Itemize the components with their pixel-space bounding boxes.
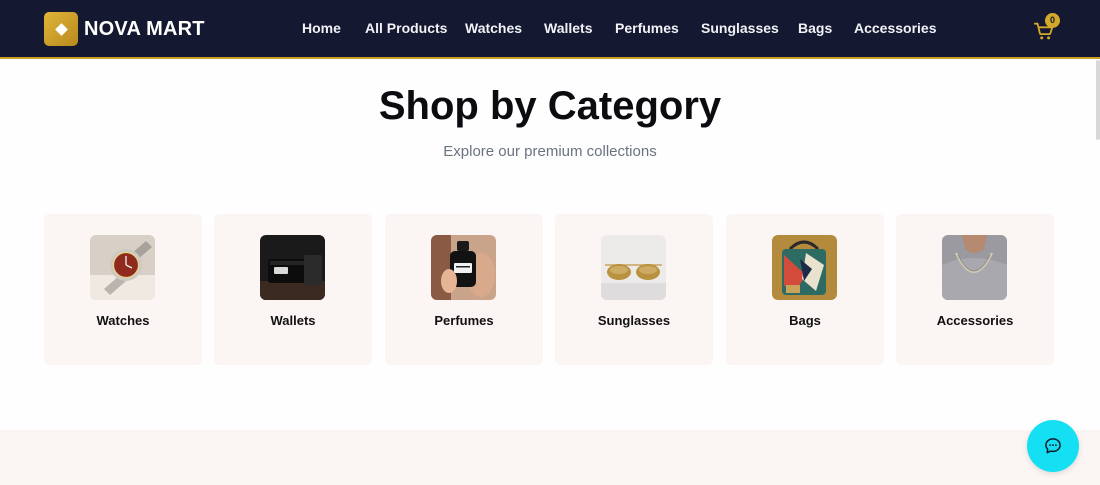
- cart-count-badge: 0: [1045, 13, 1060, 28]
- nav-link-accessories[interactable]: Accessories: [854, 20, 937, 36]
- chain-necklace-photo: [942, 235, 1007, 300]
- category-label: Sunglasses: [597, 313, 671, 328]
- wallet-photo: [260, 235, 325, 300]
- category-label: Perfumes: [434, 313, 494, 328]
- nav-link-all-products[interactable]: All Products: [365, 20, 447, 36]
- section-title: Shop by Category: [378, 84, 722, 128]
- diamond-icon: [44, 12, 78, 46]
- category-card-bags[interactable]: Bags: [726, 214, 884, 365]
- next-section-band: [0, 430, 1100, 485]
- category-label: Bags: [789, 313, 821, 328]
- nav-link-perfumes[interactable]: Perfumes: [615, 20, 679, 36]
- brand-name: NOVA MART: [84, 17, 205, 40]
- nav-link-bags[interactable]: Bags: [798, 20, 832, 36]
- nav-link-home[interactable]: Home: [302, 20, 341, 36]
- bag-photo: [772, 235, 837, 300]
- nav-link-watches[interactable]: Watches: [465, 20, 522, 36]
- sunglasses-photo: [601, 235, 666, 300]
- watch-photo: [90, 235, 155, 300]
- category-label: Watches: [96, 313, 150, 328]
- brand-logo[interactable]: NOVA MART: [44, 12, 205, 46]
- category-card-watches[interactable]: Watches: [44, 214, 202, 365]
- chat-button[interactable]: [1027, 420, 1079, 472]
- perfume-photo: [431, 235, 496, 300]
- nav-link-wallets[interactable]: Wallets: [544, 20, 593, 36]
- category-label: Wallets: [270, 313, 316, 328]
- category-card-sunglasses[interactable]: Sunglasses: [555, 214, 713, 365]
- page-scrollbar[interactable]: [1096, 60, 1100, 140]
- category-card-wallets[interactable]: Wallets: [214, 214, 372, 365]
- nav-link-sunglasses[interactable]: Sunglasses: [701, 20, 779, 36]
- category-card-accessories[interactable]: Accessories: [896, 214, 1054, 365]
- cart-button[interactable]: 0: [1033, 13, 1060, 42]
- chat-bubble-icon: [1045, 438, 1061, 454]
- category-label: Accessories: [936, 313, 1014, 328]
- section-subtitle: Explore our premium collections: [443, 143, 657, 160]
- category-card-perfumes[interactable]: Perfumes: [385, 214, 543, 365]
- top-navbar: NOVA MART Home All Products Watches Wall…: [0, 0, 1100, 59]
